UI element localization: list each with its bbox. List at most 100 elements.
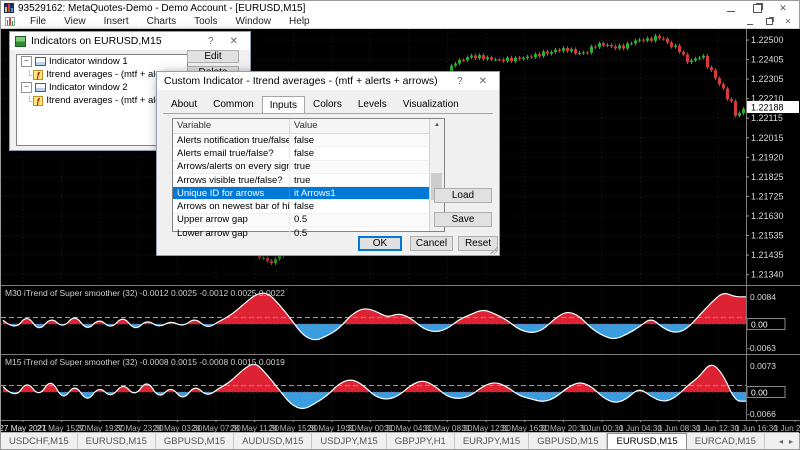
chart-icon — [5, 17, 15, 26]
input-variable: Alerts notification true/false? — [173, 135, 290, 146]
column-variable: Variable — [173, 119, 290, 133]
svg-text:0.00: 0.00 — [751, 388, 768, 398]
titlebar: 93529162: MetaQuotes-Demo - Demo Account… — [1, 1, 799, 15]
input-row-unique-id-for-arrows[interactable]: Unique ID for arrowsit Arrows1 — [173, 187, 431, 200]
close-icon[interactable]: ✕ — [777, 3, 789, 14]
inputs-table-header: Variable Value — [173, 119, 444, 134]
tree-connector: └ — [26, 96, 32, 106]
child-close-icon[interactable]: ✕ — [783, 17, 793, 26]
symbol-tab-eurusd-m15-8[interactable]: EURUSD,M15 — [607, 433, 686, 449]
input-value[interactable]: true — [290, 161, 431, 172]
input-value[interactable]: 0.5 — [290, 214, 431, 225]
indicators-dialog-icon — [15, 36, 26, 47]
tree-item-label: Indicator window 2 — [49, 82, 128, 93]
svg-text:1.22500: 1.22500 — [751, 35, 784, 45]
symbol-tab-eurjpy-m15-6[interactable]: EURJPY,M15 — [455, 433, 529, 449]
tree-item-indicator-window-1[interactable]: − Indicator window 1 — [17, 55, 187, 68]
tree-expand-icon[interactable]: − — [21, 56, 32, 67]
app-logo-icon — [4, 3, 14, 13]
tab-visualization[interactable]: Visualization — [395, 96, 467, 113]
menubar: FileViewInsertChartsToolsWindowHelp ✕ — [1, 15, 799, 29]
indicators-dialog-titlebar[interactable]: Indicators on EURUSD,M15 ? ✕ — [10, 32, 250, 50]
scroll-up-icon[interactable]: ▲ — [430, 119, 444, 131]
custom-dialog-tabs: AboutCommonInputsColorsLevelsVisualizati… — [163, 96, 467, 113]
symbol-tab-eurcad-m15-9[interactable]: EURCAD,M15 — [687, 433, 765, 449]
svg-text:0.00: 0.00 — [751, 320, 768, 330]
cancel-button[interactable]: Cancel — [410, 236, 453, 251]
input-row-arrows-alerts-on-every-signal-[interactable]: Arrows/alerts on every signal true/false… — [173, 161, 431, 174]
tree-expand-icon[interactable]: − — [21, 82, 32, 93]
tab-inputs[interactable]: Inputs — [262, 96, 305, 114]
close-icon[interactable]: ✕ — [230, 36, 238, 47]
custom-dialog-titlebar[interactable]: Custom Indicator - Itrend averages - (mt… — [157, 72, 499, 90]
menu-view[interactable]: View — [55, 16, 95, 27]
tabs-scroll-right-icon[interactable]: ▸ — [789, 437, 793, 446]
symbol-tab-audusd-m15-3[interactable]: AUDUSD,M15 — [234, 433, 312, 449]
chart-tabbar: USDCHF,M15EURUSD,M15GBPUSD,M15AUDUSD,M15… — [1, 432, 799, 449]
save-button[interactable]: Save — [434, 212, 492, 227]
svg-text:0.0073: 0.0073 — [750, 361, 776, 371]
input-row-alerts-email-true-false[interactable]: Alerts email true/false?false — [173, 147, 431, 160]
indicators-dialog-title: Indicators on EURUSD,M15 — [31, 35, 162, 47]
tab-colors[interactable]: Colors — [305, 96, 350, 113]
symbol-tab-gbpusd-m15-7[interactable]: GBPUSD,M15 — [529, 433, 607, 449]
tab-levels[interactable]: Levels — [350, 96, 395, 113]
input-variable: Upper arrow gap — [173, 214, 290, 225]
input-row-arrows-visible-true-false[interactable]: Arrows visible true/false?true — [173, 174, 431, 187]
svg-text:1.22405: 1.22405 — [751, 55, 784, 65]
symbol-tab-gbpusd-m15-2[interactable]: GBPUSD,M15 — [156, 433, 234, 449]
symbol-tab-gbpjpy-h1-5[interactable]: GBPJPY,H1 — [387, 433, 455, 449]
input-row-alerts-notification-true-false[interactable]: Alerts notification true/false?false — [173, 134, 431, 147]
input-variable: Arrows/alerts on every signal true/false… — [173, 161, 290, 172]
custom-indicator-dialog: Custom Indicator - Itrend averages - (mt… — [156, 71, 500, 256]
input-variable: Lower arrow gap — [173, 228, 290, 239]
input-row-arrows-on-newest-bar-of-higher[interactable]: Arrows on newest bar of higher time fra.… — [173, 200, 431, 213]
menu-items: FileViewInsertChartsToolsWindowHelp — [21, 16, 319, 27]
svg-text:1.22015: 1.22015 — [751, 133, 784, 143]
tree-connector: └ — [26, 70, 32, 80]
ok-button[interactable]: OK — [358, 236, 402, 251]
menu-charts[interactable]: Charts — [138, 16, 185, 27]
child-restore-icon[interactable] — [764, 17, 774, 26]
input-value[interactable]: false — [290, 148, 431, 159]
menu-file[interactable]: File — [21, 16, 55, 27]
help-icon[interactable]: ? — [457, 76, 463, 87]
input-variable: Alerts email true/false? — [173, 148, 290, 159]
input-value[interactable]: false — [290, 135, 431, 146]
input-value[interactable]: true — [290, 175, 431, 186]
input-value[interactable]: it Arrows1 — [290, 188, 431, 199]
symbol-tab-eurusd-m15-1[interactable]: EURUSD,M15 — [78, 433, 156, 449]
svg-text:1.22115: 1.22115 — [751, 113, 783, 123]
window-controls: ✕ — [725, 3, 799, 14]
custom-indicator-icon: ƒ — [33, 70, 43, 80]
svg-text:1.21630: 1.21630 — [751, 211, 784, 221]
input-value[interactable]: false — [290, 201, 431, 212]
pane-label: M15 iTrend of Super smoother (32) -0.000… — [5, 357, 285, 367]
tabs-scroll-left-icon[interactable]: ◂ — [779, 437, 783, 446]
svg-text:-0.0066: -0.0066 — [747, 409, 776, 419]
symbol-tab-usdchf-m15-0[interactable]: USDCHF,M15 — [1, 433, 78, 449]
restore-icon[interactable] — [751, 3, 763, 14]
tree-item-label: Indicator window 1 — [49, 56, 128, 67]
tab-about[interactable]: About — [163, 96, 205, 113]
menu-insert[interactable]: Insert — [95, 16, 138, 27]
menu-window[interactable]: Window — [226, 16, 280, 27]
menu-help[interactable]: Help — [280, 16, 319, 27]
input-row-upper-arrow-gap[interactable]: Upper arrow gap0.5 — [173, 214, 431, 227]
menu-tools[interactable]: Tools — [185, 16, 226, 27]
load-button[interactable]: Load — [434, 188, 492, 203]
custom-indicator-icon: ƒ — [33, 96, 43, 106]
child-minimize-icon[interactable] — [745, 17, 755, 26]
edit-button[interactable]: Edit — [187, 50, 239, 63]
scrollbar-track[interactable] — [430, 131, 444, 219]
help-icon[interactable]: ? — [208, 36, 214, 47]
symbol-tab-usdjpy-m15-4[interactable]: USDJPY,M15 — [312, 433, 386, 449]
symbol-tabs: USDCHF,M15EURUSD,M15GBPUSD,M15AUDUSD,M15… — [1, 433, 765, 449]
mt4-window: 93529162: MetaQuotes-Demo - Demo Account… — [0, 0, 800, 450]
minimize-icon[interactable] — [725, 3, 737, 14]
svg-text:0.0084: 0.0084 — [750, 292, 776, 302]
window-title: 93529162: MetaQuotes-Demo - Demo Account… — [18, 3, 305, 14]
close-icon[interactable]: ✕ — [479, 76, 487, 87]
resize-grip[interactable] — [490, 246, 498, 254]
tab-common[interactable]: Common — [205, 96, 262, 113]
